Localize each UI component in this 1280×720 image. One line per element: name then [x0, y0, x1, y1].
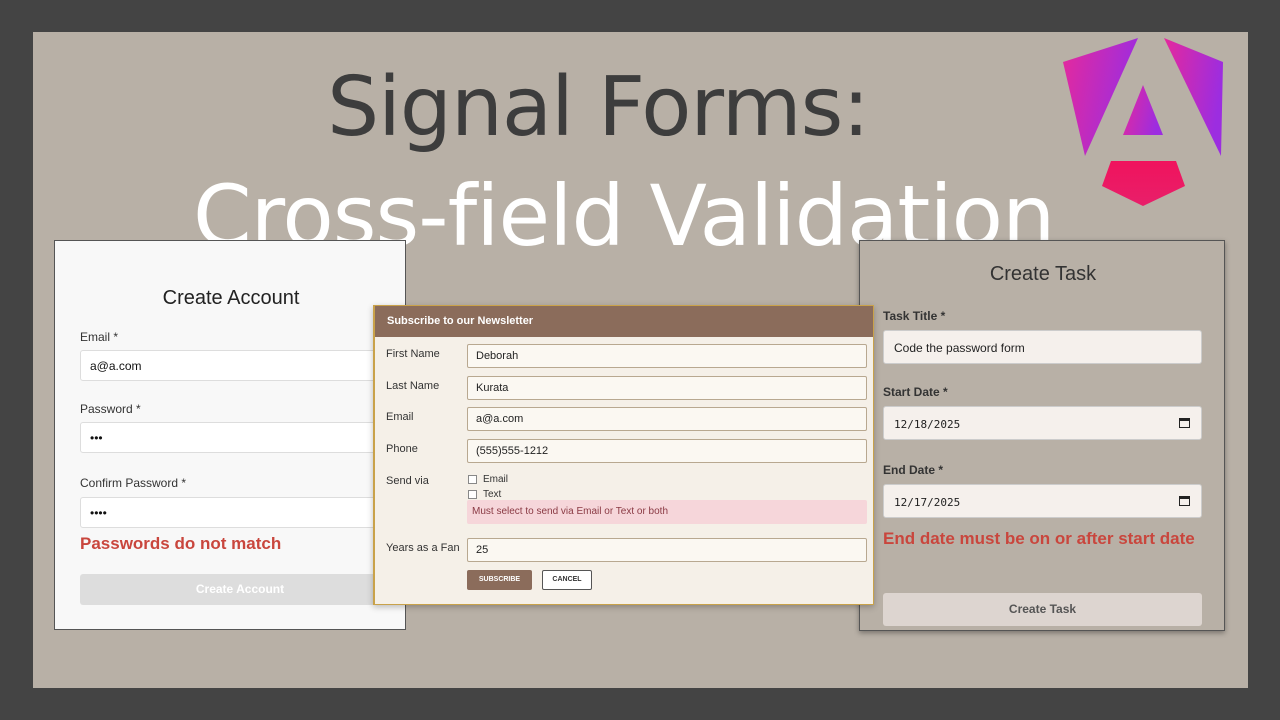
phone-field[interactable]: (555)555-1212 — [467, 439, 867, 463]
password-field[interactable]: ••• — [80, 422, 400, 453]
password-label: Password * — [80, 402, 141, 416]
email-field[interactable]: a@a.com — [80, 350, 400, 381]
start-date-label: Start Date * — [883, 385, 948, 399]
text-checkbox[interactable] — [468, 490, 477, 499]
first-name-field[interactable]: Deborah — [467, 344, 867, 368]
task-title-field[interactable]: Code the password form — [883, 330, 1202, 364]
confirm-password-label: Confirm Password * — [80, 476, 187, 490]
last-name-label: Last Name — [386, 380, 440, 392]
create-task-heading: Create Task — [989, 263, 1097, 285]
first-name-label: First Name — [386, 348, 440, 360]
email-label: Email * — [80, 330, 119, 344]
end-date-field[interactable]: 12/17/2025 — [883, 484, 1202, 518]
last-name-field[interactable]: Kurata — [467, 376, 867, 400]
years-field[interactable]: 25 — [467, 538, 867, 562]
title-line-1: Signal Forms: — [327, 60, 870, 155]
end-date-error: End date must be on or after start date — [883, 529, 1195, 548]
confirm-password-field[interactable]: •••• — [80, 497, 400, 528]
password-mismatch-error: Passwords do not match — [80, 534, 282, 553]
send-via-email-option[interactable]: Email — [468, 474, 508, 485]
newsletter-email-field[interactable]: a@a.com — [467, 407, 867, 431]
newsletter-email-label: Email — [386, 411, 414, 423]
end-date-label: End Date * — [883, 463, 944, 477]
create-account-button[interactable]: Create Account — [80, 574, 400, 605]
angular-logo-icon — [1063, 38, 1223, 206]
create-account-heading: Create Account — [162, 287, 300, 309]
send-via-text-option[interactable]: Text — [468, 489, 501, 500]
send-via-label: Send via — [386, 475, 429, 487]
phone-label: Phone — [386, 443, 418, 455]
newsletter-header: Subscribe to our Newsletter — [375, 306, 873, 337]
subscribe-button[interactable]: SUBSCRIBE — [467, 570, 532, 590]
create-task-button[interactable]: Create Task — [883, 593, 1202, 626]
years-label: Years as a Fan — [386, 542, 460, 554]
start-date-value: 12/18/2025 — [894, 418, 961, 431]
text-option-label: Text — [483, 489, 502, 500]
cancel-button[interactable]: CANCEL — [542, 570, 592, 590]
send-via-error: Must select to send via Email or Text or… — [467, 500, 867, 524]
create-task-card: Create Task Task Title * Code the passwo… — [859, 240, 1225, 631]
start-date-field[interactable]: 12/18/2025 — [883, 406, 1202, 440]
end-date-value: 12/17/2025 — [894, 496, 961, 509]
email-option-label: Email — [483, 474, 509, 485]
create-account-card: Create Account Email * a@a.com Password … — [54, 240, 406, 630]
email-checkbox[interactable] — [468, 475, 477, 484]
calendar-icon[interactable] — [1179, 418, 1190, 428]
task-title-label: Task Title * — [883, 309, 946, 323]
calendar-icon[interactable] — [1179, 496, 1190, 506]
newsletter-card: Subscribe to our Newsletter First Name D… — [373, 305, 874, 605]
